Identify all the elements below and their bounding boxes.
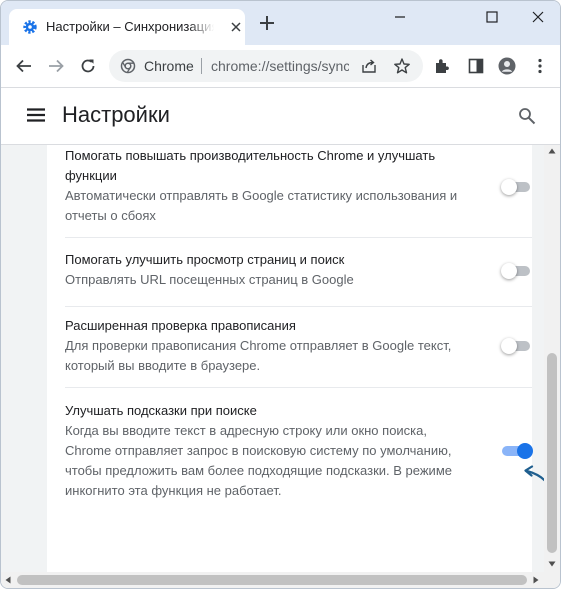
share-icon[interactable] bbox=[361, 58, 377, 74]
toggle-knob bbox=[501, 179, 517, 195]
toggle-search-suggest[interactable] bbox=[502, 443, 533, 459]
setting-title: Помогать улучшить просмотр страниц и пои… bbox=[65, 252, 345, 267]
more-icon[interactable] bbox=[531, 57, 549, 75]
close-window-icon[interactable] bbox=[528, 7, 548, 27]
settings-header: Настройки bbox=[1, 88, 560, 145]
close-icon[interactable] bbox=[229, 20, 243, 34]
tab-title: Настройки – Синхронизация сервисов Googl… bbox=[46, 19, 214, 34]
omnibox-separator bbox=[201, 58, 202, 74]
vertical-scrollbar[interactable] bbox=[544, 145, 560, 572]
toggle-knob bbox=[501, 263, 517, 279]
chrome-icon bbox=[120, 58, 136, 74]
new-tab-icon[interactable] bbox=[259, 15, 275, 31]
toggle-spellcheck[interactable] bbox=[501, 338, 532, 354]
setting-title: Улучшать подсказки при поиске bbox=[65, 403, 257, 418]
browser-window: Настройки – Синхронизация сервисов Googl… bbox=[0, 0, 561, 589]
minimize-icon[interactable] bbox=[390, 7, 410, 27]
scroll-left-arrow-icon[interactable] bbox=[5, 576, 11, 584]
star-icon[interactable] bbox=[393, 57, 411, 75]
reload-icon[interactable] bbox=[79, 57, 97, 75]
setting-row-metrics: Помогать повышать производительность Chr… bbox=[47, 145, 532, 237]
page-title: Настройки bbox=[62, 102, 170, 127]
gear-icon bbox=[23, 20, 37, 34]
setting-row-spellcheck: Расширенная проверка правописания Для пр… bbox=[47, 307, 532, 387]
setting-row-search-suggest: Улучшать подсказки при поиске Когда вы в… bbox=[47, 388, 533, 508]
toolbar: Chrome chrome://settings/syncSetup bbox=[1, 45, 560, 88]
menu-icon[interactable] bbox=[27, 108, 45, 122]
forward-icon[interactable] bbox=[47, 57, 65, 75]
toggle-browsing[interactable] bbox=[501, 263, 532, 279]
scroll-up-arrow-icon[interactable] bbox=[548, 148, 556, 154]
scroll-down-arrow-icon[interactable] bbox=[548, 561, 556, 567]
site-label: Chrome bbox=[144, 58, 194, 74]
tab-strip: Настройки – Синхронизация сервисов Googl… bbox=[1, 1, 560, 45]
scrollbar-corner bbox=[544, 572, 560, 588]
setting-description: Отправлять URL посещенных страниц в Goog… bbox=[65, 272, 354, 287]
profile-icon[interactable] bbox=[498, 57, 516, 75]
url-text[interactable]: chrome://settings/syncSetup bbox=[211, 58, 349, 74]
scroll-right-arrow-icon[interactable] bbox=[533, 576, 539, 584]
toggle-knob bbox=[501, 338, 517, 354]
toggle-metrics[interactable] bbox=[501, 179, 532, 195]
setting-title: Помогать повышать производительность Chr… bbox=[65, 148, 436, 183]
scrollbar-thumb[interactable] bbox=[547, 353, 557, 553]
toggle-knob bbox=[517, 443, 533, 459]
settings-card: Помогать повышать производительность Chr… bbox=[47, 145, 533, 572]
side-panel-icon[interactable] bbox=[467, 57, 485, 75]
horizontal-scrollbar[interactable] bbox=[1, 572, 544, 588]
address-bar[interactable]: Chrome chrome://settings/syncSetup bbox=[109, 50, 423, 82]
extensions-icon[interactable] bbox=[433, 57, 451, 75]
tab-settings[interactable]: Настройки – Синхронизация сервисов Googl… bbox=[9, 9, 245, 45]
setting-description: Автоматически отправлять в Google статис… bbox=[65, 188, 458, 223]
setting-description: Для проверки правописания Chrome отправл… bbox=[65, 338, 452, 373]
back-icon[interactable] bbox=[15, 57, 33, 75]
maximize-icon[interactable] bbox=[482, 7, 502, 27]
setting-title: Расширенная проверка правописания bbox=[65, 318, 296, 333]
search-icon[interactable] bbox=[518, 107, 536, 125]
scrollbar-thumb[interactable] bbox=[17, 575, 527, 585]
settings-content: Помогать повышать производительность Chr… bbox=[1, 145, 544, 572]
setting-description: Когда вы вводите текст в адресную строку… bbox=[65, 423, 452, 498]
